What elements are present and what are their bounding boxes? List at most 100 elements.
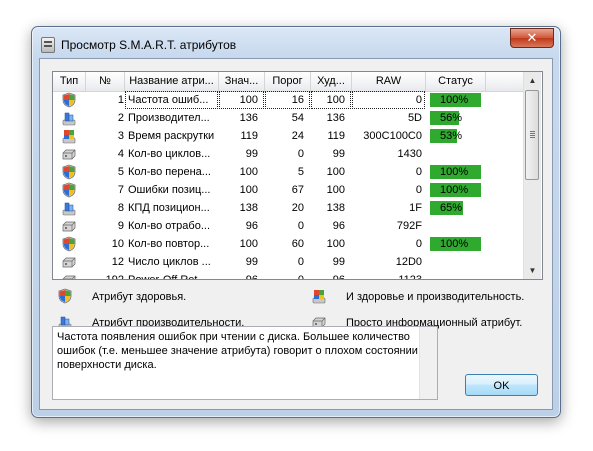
cell-n: 10 [111, 238, 124, 250]
cell-threshold: 0 [297, 274, 304, 280]
health-shield-icon [58, 288, 72, 304]
cell-worst: 119 [327, 130, 345, 142]
cell-n: 7 [117, 184, 124, 196]
cell-raw: 0 [415, 238, 422, 250]
cell-worst: 136 [326, 112, 345, 124]
status-cell [426, 145, 485, 163]
table-row[interactable]: 2 Производител... 136 54 136 5D 56% [53, 109, 523, 127]
status-cell: 100% [426, 181, 485, 199]
cell-name: Время раскрутки [128, 130, 215, 142]
cell-threshold: 0 [297, 256, 304, 268]
health-icon [53, 91, 85, 109]
scroll-up-arrow-icon[interactable]: ▲ [524, 72, 541, 89]
legend-health-label: Атрибут здоровья. [92, 291, 187, 303]
cell-n: 2 [117, 112, 124, 124]
cell-name: Частота ошиб... [125, 91, 218, 109]
cell-n: 12 [111, 256, 124, 268]
window-title: Просмотр S.M.A.R.T. атрибутов [61, 38, 237, 52]
status-percent: 100% [440, 184, 469, 196]
cell-name: Кол-во циклов... [128, 148, 211, 160]
cell-threshold: 0 [297, 220, 304, 232]
cell-threshold: 24 [291, 130, 304, 142]
column-header-status[interactable]: Статус [426, 72, 486, 91]
cell-name: Число циклов ... [128, 256, 211, 268]
cell-raw: 1123 [398, 274, 422, 280]
status-cell: 53% [426, 127, 485, 145]
table-row[interactable]: 12 Число циклов ... 99 0 99 12D0 [53, 253, 523, 271]
table-vertical-scrollbar[interactable]: ▲ ▼ [523, 72, 541, 279]
cell-name: КПД позицион... [128, 202, 210, 214]
cell-worst: 100 [326, 184, 345, 196]
cell-worst: 96 [332, 220, 345, 232]
smart-attributes-window: Просмотр S.M.A.R.T. атрибутов ✕ Тип № На… [31, 26, 561, 418]
cell-worst: 138 [326, 202, 345, 214]
table-row[interactable]: 1 Частота ошиб... 100 16 100 0 100% [53, 91, 523, 109]
table-row[interactable]: 192 Power-Off Ret... 96 0 96 1123 [53, 271, 523, 280]
cell-n: 8 [117, 202, 124, 214]
description-scrollbar[interactable] [419, 327, 437, 399]
cell-n: 5 [117, 166, 124, 178]
cell-worst: 96 [332, 274, 345, 280]
column-header-type[interactable]: Тип [53, 72, 86, 91]
column-header-worst[interactable]: Худ... [311, 72, 352, 91]
column-header-number[interactable]: № [86, 72, 125, 91]
column-header-value[interactable]: Знач... [219, 72, 265, 91]
column-header-threshold[interactable]: Порог [265, 72, 311, 91]
status-cell: 56% [426, 109, 485, 127]
cell-n: 4 [117, 148, 124, 160]
scroll-thumb[interactable] [525, 90, 539, 180]
status-percent: 53% [440, 130, 463, 142]
scroll-down-arrow-icon[interactable]: ▼ [524, 262, 541, 279]
cell-n: 192 [105, 274, 124, 280]
status-percent: 56% [440, 112, 463, 124]
cell-threshold: 5 [297, 166, 304, 178]
table-row[interactable]: 3 Время раскрутки 119 24 119 300C100C0 53% [53, 127, 523, 145]
table-row[interactable]: 10 Кол-во повтор... 100 60 100 0 100% [53, 235, 523, 253]
cell-name: Кол-во отрабо... [128, 220, 210, 232]
cell-raw: 300C100C0 [363, 130, 422, 142]
title-bar[interactable]: Просмотр S.M.A.R.T. атрибутов ✕ [32, 27, 560, 59]
table-row[interactable]: 9 Кол-во отрабо... 96 0 96 792F [53, 217, 523, 235]
cell-value: 99 [245, 256, 258, 268]
status-cell: 100% [426, 91, 485, 109]
cell-threshold: 54 [291, 112, 304, 124]
cell-threshold: 60 [291, 238, 304, 250]
app-icon [41, 37, 55, 53]
cell-threshold: 0 [297, 148, 304, 160]
cell-worst: 99 [332, 256, 345, 268]
status-cell: 100% [426, 235, 485, 253]
close-button[interactable]: ✕ [510, 28, 554, 48]
status-cell [426, 253, 485, 271]
status-percent: 100% [440, 166, 469, 178]
attribute-description[interactable]: Частота появления ошибок при чтении с ди… [52, 326, 438, 400]
status-cell: 65% [426, 199, 485, 217]
cell-value: 99 [245, 148, 258, 160]
table-header: Тип № Название атри... Знач... Порог Худ… [53, 72, 523, 92]
health-icon [53, 181, 85, 199]
table-row[interactable]: 7 Ошибки позиц... 100 67 100 0 100% [53, 181, 523, 199]
ok-button[interactable]: OK [465, 374, 538, 396]
table-row[interactable]: 4 Кол-во циклов... 99 0 99 1430 [53, 145, 523, 163]
cell-raw: 1430 [397, 148, 422, 160]
cell-value: 100 [219, 91, 264, 109]
health-icon [53, 235, 85, 253]
cell-value: 100 [239, 238, 258, 250]
status-percent: 100% [440, 238, 469, 250]
performance-icon [53, 109, 85, 127]
column-header-raw[interactable]: RAW [352, 72, 426, 91]
cell-value: 100 [239, 166, 258, 178]
smart-attributes-table[interactable]: Тип № Название атри... Знач... Порог Худ… [52, 71, 543, 280]
table-row[interactable]: 5 Кол-во перена... 100 5 100 0 100% [53, 163, 523, 181]
cell-value: 96 [245, 274, 258, 280]
cell-threshold: 20 [291, 202, 304, 214]
cell-worst: 100 [326, 238, 345, 250]
column-header-name[interactable]: Название атри... [125, 72, 219, 91]
cell-raw: 5D [407, 112, 422, 124]
cell-raw: 0 [352, 91, 425, 109]
table-row[interactable]: 8 КПД позицион... 138 20 138 1F 65% [53, 199, 523, 217]
dialog-client-area: Тип № Название атри... Знач... Порог Худ… [39, 58, 553, 410]
status-cell: 100% [426, 163, 485, 181]
health-performance-icon [53, 127, 85, 145]
attribute-description-text: Частота появления ошибок при чтении с ди… [57, 331, 418, 371]
cell-value: 96 [245, 220, 258, 232]
